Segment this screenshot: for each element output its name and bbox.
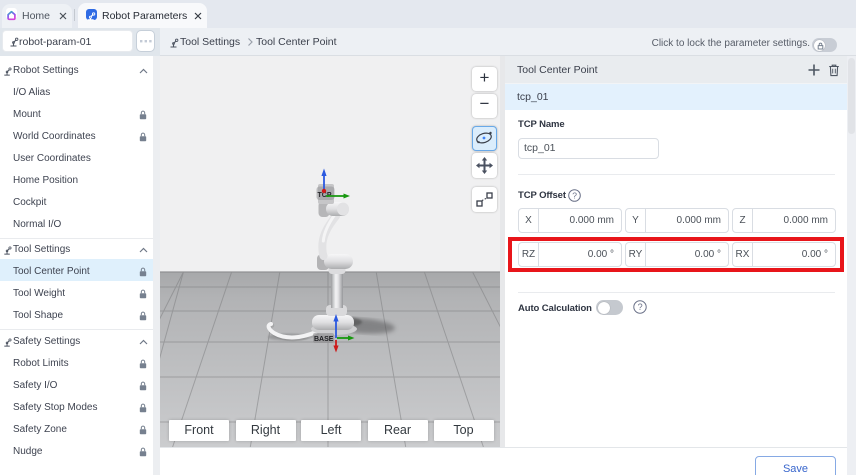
svg-text:BASE: BASE (314, 336, 334, 343)
svg-text:?: ? (638, 302, 643, 312)
svg-text:?: ? (572, 190, 577, 200)
